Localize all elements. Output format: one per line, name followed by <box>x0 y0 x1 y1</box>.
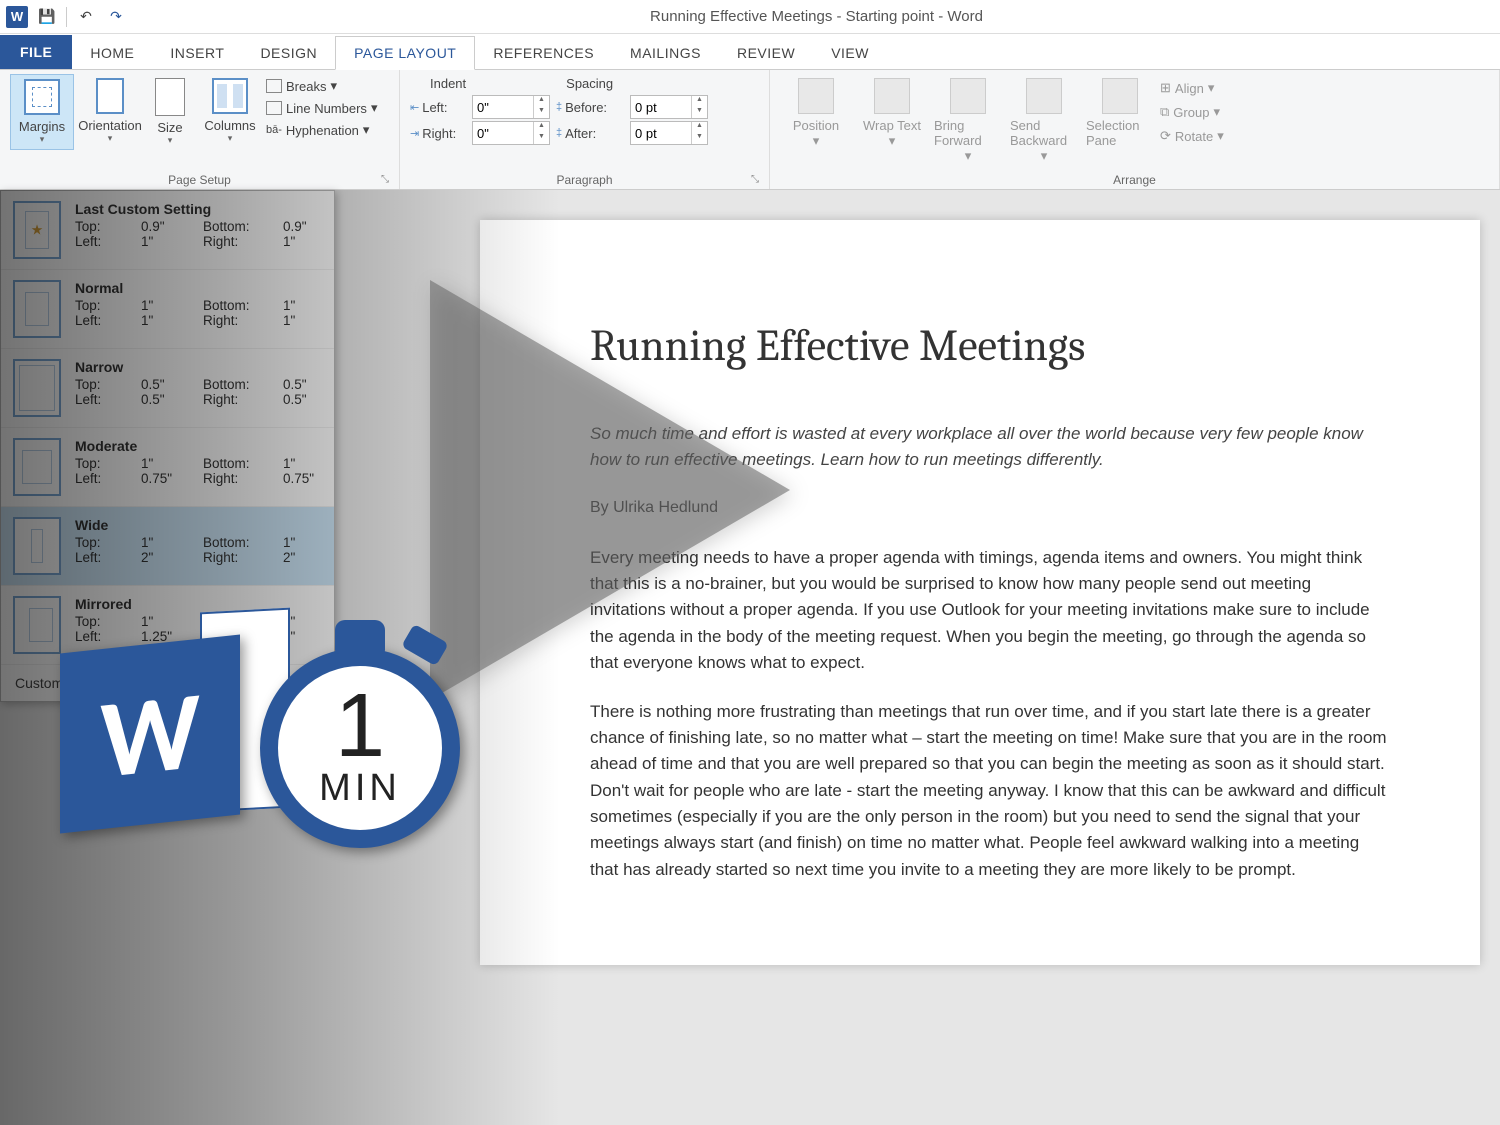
align-icon: ⊞ <box>1160 80 1171 96</box>
ribbon-tabs: FILE HOME INSERT DESIGN PAGE LAYOUT REFE… <box>0 34 1500 70</box>
line-numbers-button[interactable]: Line Numbers ▾ <box>266 100 377 116</box>
indent-right-input[interactable]: 0"▲▼ <box>472 121 550 145</box>
group-button[interactable]: ⧉ Group ▾ <box>1160 104 1224 120</box>
undo-icon[interactable]: ↶ <box>75 6 97 28</box>
margin-preset-icon <box>13 438 61 496</box>
margin-option-last[interactable]: Last Custom Setting Top:0.9"Bottom:0.9" … <box>1 191 334 270</box>
spacing-after-input[interactable]: 0 pt▲▼ <box>630 121 708 145</box>
tab-file[interactable]: FILE <box>0 35 72 69</box>
margin-option-narrow[interactable]: Narrow Top:0.5"Bottom:0.5" Left:0.5"Righ… <box>1 349 334 428</box>
save-icon[interactable]: 💾 <box>36 6 58 28</box>
margins-icon <box>24 79 60 115</box>
orientation-button[interactable]: Orientation ▾ <box>78 74 142 148</box>
tab-design[interactable]: DESIGN <box>242 37 335 69</box>
margin-option-moderate[interactable]: Moderate Top:1"Bottom:1" Left:0.75"Right… <box>1 428 334 507</box>
quick-access-toolbar: W 💾 ↶ ↷ <box>0 6 133 28</box>
columns-label: Columns <box>204 118 255 133</box>
margins-label: Margins <box>19 119 65 134</box>
title-bar: W 💾 ↶ ↷ Running Effective Meetings - Sta… <box>0 0 1500 34</box>
arrange-group-label: Arrange <box>1113 173 1156 187</box>
align-button[interactable]: ⊞ Align ▾ <box>1160 80 1224 96</box>
margin-title: Narrow <box>75 359 322 375</box>
selection-pane-button[interactable]: Selection Pane <box>1084 74 1156 152</box>
word-app-icon[interactable]: W <box>6 6 28 28</box>
orientation-label: Orientation <box>78 118 142 133</box>
wrap-text-button[interactable]: Wrap Text▾ <box>856 74 928 153</box>
orientation-icon <box>96 78 124 114</box>
spacing-before-input[interactable]: 0 pt▲▼ <box>630 95 708 119</box>
redo-icon[interactable]: ↷ <box>105 6 127 28</box>
tab-review[interactable]: REVIEW <box>719 37 813 69</box>
group-arrange: Position▾ Wrap Text▾ Bring Forward▾ Send… <box>770 70 1500 189</box>
spacing-header: Spacing <box>566 76 613 91</box>
spacing-after-icon: ‡ <box>556 127 562 139</box>
rotate-button[interactable]: ⟳ Rotate ▾ <box>1160 128 1224 144</box>
ribbon: Margins ▾ Orientation ▾ Size ▾ Columns ▾… <box>0 70 1500 190</box>
badge-min: MIN <box>319 767 401 810</box>
size-label: Size <box>157 120 182 135</box>
position-icon <box>798 78 834 114</box>
hyphenation-icon: bā- <box>266 124 282 136</box>
window-title: Running Effective Meetings - Starting po… <box>133 8 1500 25</box>
tab-insert[interactable]: INSERT <box>152 37 242 69</box>
wrap-text-icon <box>874 78 910 114</box>
dropdown-arrow-icon: ▾ <box>40 134 45 145</box>
doc-heading: Running Effective Meetings <box>590 320 1390 371</box>
margin-title: Moderate <box>75 438 322 454</box>
doc-byline: By Ulrika Hedlund <box>590 496 1390 521</box>
word-logo-icon: W <box>60 635 240 834</box>
group-paragraph: Indent Spacing ⇤Left: 0"▲▼ ‡Before: 0 pt… <box>400 70 770 189</box>
rotate-icon: ⟳ <box>1160 128 1171 144</box>
margin-preset-icon <box>13 359 61 417</box>
margin-preset-icon <box>13 596 61 654</box>
badge-number: 1 <box>335 686 385 767</box>
columns-icon <box>212 78 248 114</box>
page-setup-launcher-icon[interactable]: ⤡ <box>381 174 389 185</box>
margin-title: Normal <box>75 280 322 296</box>
page-setup-group-label: Page Setup <box>168 173 231 187</box>
breaks-icon <box>266 79 282 93</box>
margin-option-normal[interactable]: Normal Top:1"Bottom:1" Left:1"Right:1" <box>1 270 334 349</box>
bring-forward-icon <box>950 78 986 114</box>
size-icon <box>155 78 185 116</box>
indent-header: Indent <box>430 76 466 91</box>
spacing-before-icon: ‡ <box>556 101 562 113</box>
one-minute-badge: W 1 MIN <box>60 620 460 848</box>
tab-mailings[interactable]: MAILINGS <box>612 37 719 69</box>
indent-left-input[interactable]: 0"▲▼ <box>472 95 550 119</box>
paragraph-launcher-icon[interactable]: ⤡ <box>751 174 759 185</box>
indent-left-icon: ⇤ <box>410 101 419 114</box>
group-page-setup: Margins ▾ Orientation ▾ Size ▾ Columns ▾… <box>0 70 400 189</box>
position-button[interactable]: Position▾ <box>780 74 852 153</box>
send-backward-icon <box>1026 78 1062 114</box>
margin-option-wide[interactable]: Wide Top:1"Bottom:1" Left:2"Right:2" <box>1 507 334 586</box>
paragraph-group-label: Paragraph <box>556 173 612 187</box>
doc-intro: So much time and effort is wasted at eve… <box>590 421 1390 472</box>
tab-home[interactable]: HOME <box>72 37 152 69</box>
group-icon: ⧉ <box>1160 104 1169 120</box>
size-button[interactable]: Size ▾ <box>146 74 194 150</box>
indent-right-icon: ⇥ <box>410 127 419 140</box>
breaks-button[interactable]: Breaks ▾ <box>266 78 377 94</box>
margin-preset-icon <box>13 201 61 259</box>
selection-pane-icon <box>1102 78 1138 114</box>
tab-view[interactable]: VIEW <box>813 37 887 69</box>
margin-title: Wide <box>75 517 322 533</box>
stopwatch-icon: 1 MIN <box>260 620 460 848</box>
line-numbers-icon <box>266 101 282 115</box>
document-page[interactable]: Running Effective Meetings So much time … <box>480 220 1480 965</box>
margins-button[interactable]: Margins ▾ <box>10 74 74 150</box>
hyphenation-button[interactable]: bā- Hyphenation ▾ <box>266 122 377 138</box>
tab-page-layout[interactable]: PAGE LAYOUT <box>335 36 475 70</box>
columns-button[interactable]: Columns ▾ <box>198 74 262 148</box>
send-backward-button[interactable]: Send Backward▾ <box>1008 74 1080 168</box>
doc-para-1: Every meeting needs to have a proper age… <box>590 545 1390 677</box>
bring-forward-button[interactable]: Bring Forward▾ <box>932 74 1004 168</box>
doc-para-2: There is nothing more frustrating than m… <box>590 699 1390 883</box>
tab-references[interactable]: REFERENCES <box>475 37 612 69</box>
margin-title: Last Custom Setting <box>75 201 322 217</box>
margin-preset-icon <box>13 280 61 338</box>
margin-preset-icon <box>13 517 61 575</box>
